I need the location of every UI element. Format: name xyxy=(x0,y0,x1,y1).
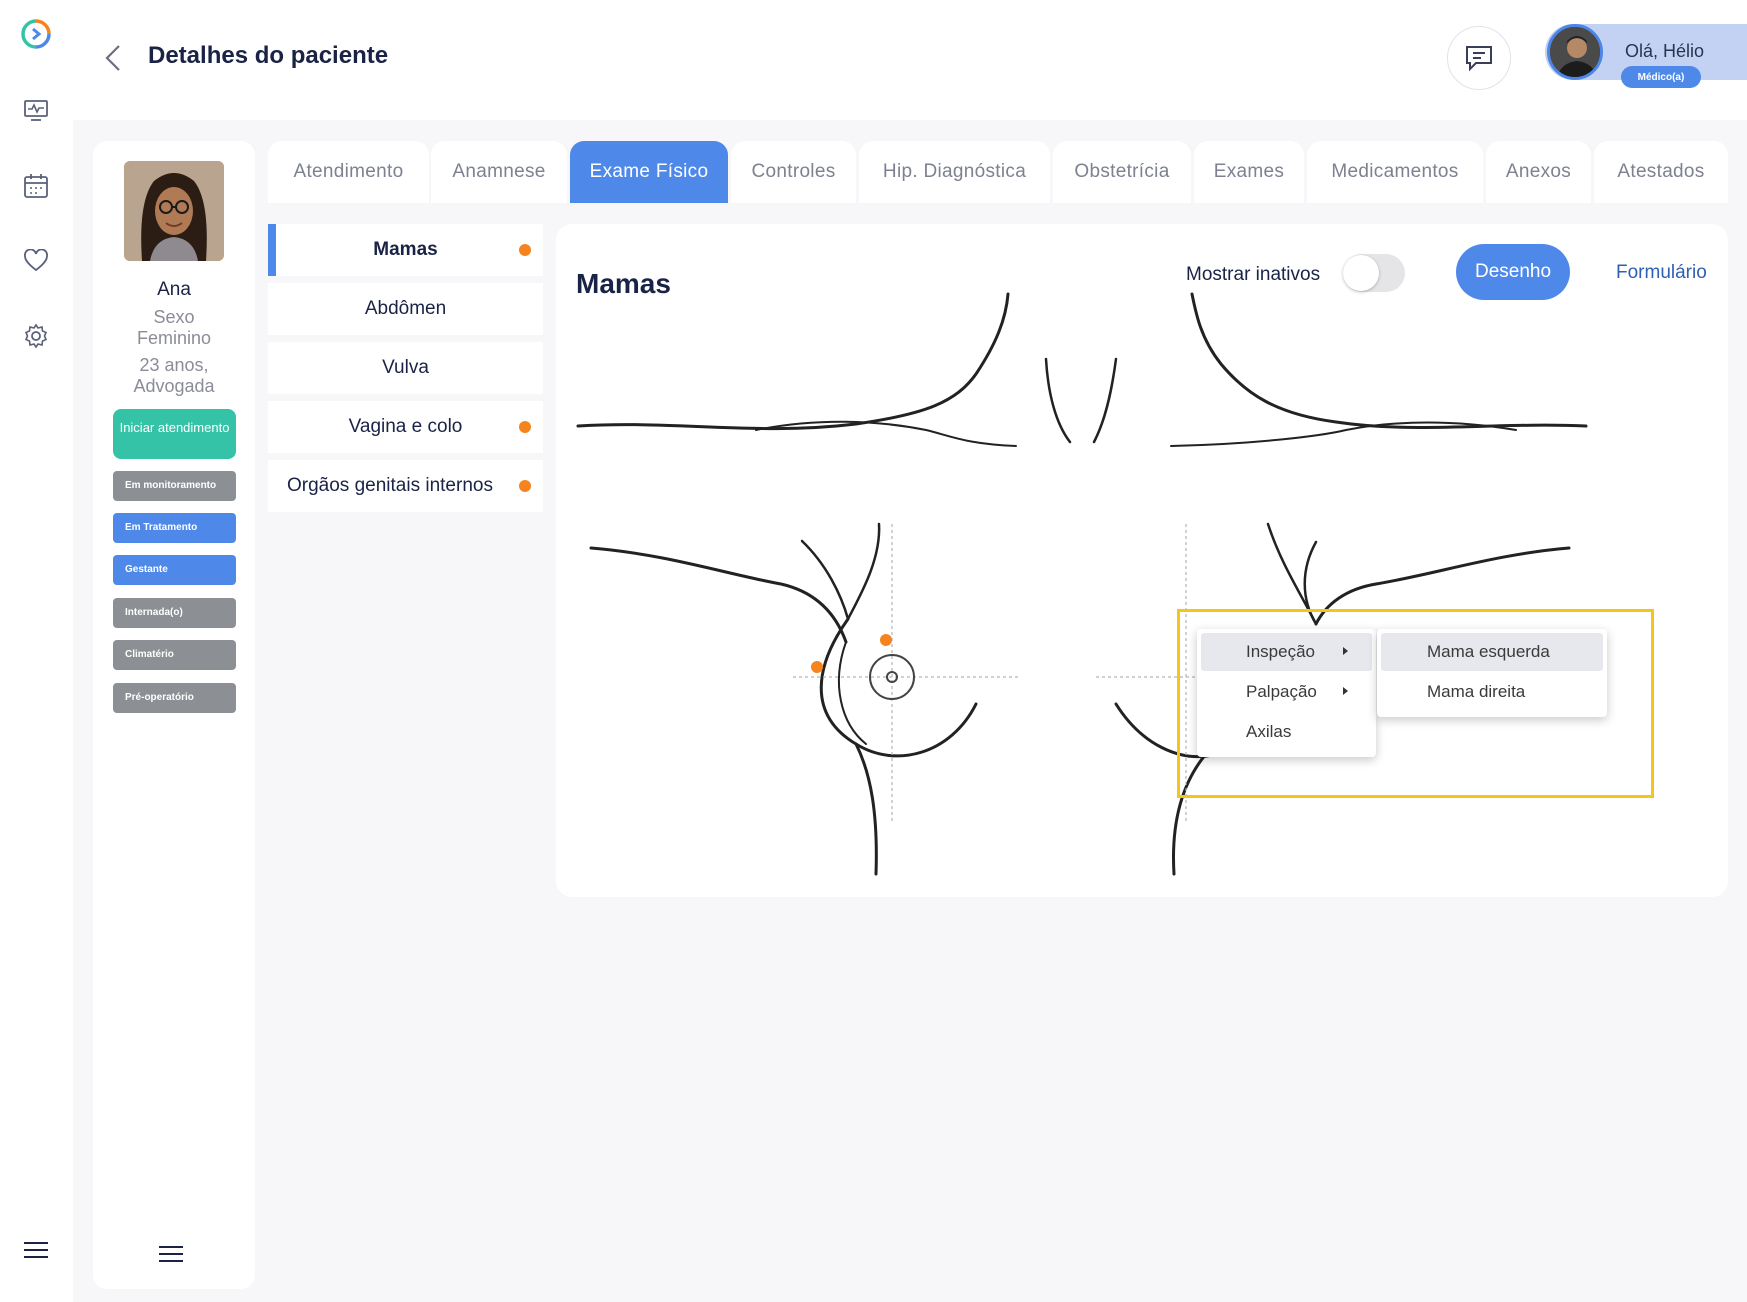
tab-obstetricia[interactable]: Obstetrícia xyxy=(1053,141,1191,203)
tag-climacteric[interactable]: Climatério xyxy=(113,640,236,670)
toggle-knob xyxy=(1343,255,1379,291)
form-view-link[interactable]: Formulário xyxy=(1616,262,1707,284)
status-dot xyxy=(519,421,531,433)
finding-marker xyxy=(811,661,823,673)
subnav-orgaos-genitais[interactable]: Orgãos genitais internos xyxy=(268,460,543,512)
tag-hospitalized[interactable]: Internada(o) xyxy=(113,598,236,628)
status-dot xyxy=(519,244,531,256)
menu-item-axilas[interactable]: Axilas xyxy=(1201,713,1372,751)
patient-card: Ana Sexo Feminino 23 anos, Advogada Inic… xyxy=(93,141,255,1289)
chat-icon xyxy=(1466,46,1492,72)
submenu-item-mama-esquerda[interactable]: Mama esquerda xyxy=(1381,633,1603,671)
gear-icon[interactable] xyxy=(20,320,52,352)
tab-controles[interactable]: Controles xyxy=(731,141,856,203)
role-badge: Médico(a) xyxy=(1621,66,1701,88)
patient-occupation: Advogada xyxy=(133,376,215,396)
menu-item-label: Inspeção xyxy=(1246,642,1315,661)
back-arrow-icon[interactable] xyxy=(99,40,129,76)
status-dot xyxy=(519,480,531,492)
tab-anexos[interactable]: Anexos xyxy=(1486,141,1591,203)
subnav-label: Abdômen xyxy=(364,298,447,319)
menu-item-label: Mama direita xyxy=(1427,682,1526,701)
avatar xyxy=(1547,24,1603,80)
calendar-icon[interactable] xyxy=(20,170,52,202)
tab-medicamentos[interactable]: Medicamentos xyxy=(1307,141,1483,203)
greeting-text: Olá, Hélio xyxy=(1625,41,1705,61)
subnav-label: Mamas xyxy=(373,239,438,260)
panel-title: Mamas xyxy=(576,268,671,299)
menu-item-label: Palpação xyxy=(1246,682,1317,701)
subnav-label: Vulva xyxy=(382,357,429,378)
menu-icon[interactable] xyxy=(20,1234,52,1266)
context-submenu: Mama esquerda Mama direita xyxy=(1377,629,1607,717)
subnav-label: Vagina e colo xyxy=(348,416,463,437)
user-menu[interactable]: Olá, Hélio Médico(a) xyxy=(1545,24,1747,88)
menu-item-inspecao[interactable]: Inspeção xyxy=(1201,633,1372,671)
start-appointment-button[interactable]: Iniciar atendimento xyxy=(113,409,236,459)
patient-sex-value: Feminino xyxy=(136,328,212,348)
subnav-vulva[interactable]: Vulva xyxy=(268,342,543,394)
tab-atestados[interactable]: Atestados xyxy=(1594,141,1728,203)
show-inactive-label: Mostrar inativos xyxy=(1186,264,1321,285)
caret-right-icon xyxy=(1343,647,1348,655)
monitor-icon[interactable] xyxy=(20,95,52,127)
patient-menu-icon[interactable] xyxy=(159,1245,187,1265)
tag-pregnant[interactable]: Gestante xyxy=(113,555,236,585)
tag-monitoring[interactable]: Em monitoramento xyxy=(113,471,236,501)
patient-age: 23 anos, xyxy=(139,355,209,375)
left-rail xyxy=(0,0,73,1302)
tab-anamnese[interactable]: Anamnese xyxy=(431,141,567,203)
patient-sex-label: Sexo xyxy=(153,307,195,327)
patient-photo xyxy=(124,161,224,261)
subnav-vagina-colo[interactable]: Vagina e colo xyxy=(268,401,543,453)
drawing-view-button[interactable]: Desenho xyxy=(1456,244,1570,300)
tab-hip-diagnostica[interactable]: Hip. Diagnóstica xyxy=(859,141,1050,203)
heart-icon[interactable] xyxy=(20,245,52,277)
subnav-mamas[interactable]: Mamas xyxy=(268,224,543,276)
submenu-item-mama-direita[interactable]: Mama direita xyxy=(1381,673,1603,711)
header: Detalhes do paciente Olá, Hélio Médico(a… xyxy=(73,0,1747,120)
patient-name: Ana xyxy=(157,279,191,300)
caret-right-icon xyxy=(1343,687,1348,695)
tag-treatment[interactable]: Em Tratamento xyxy=(113,513,236,543)
menu-item-label: Axilas xyxy=(1246,722,1292,741)
page-title: Detalhes do paciente xyxy=(148,42,389,69)
subnav-label: Orgãos genitais internos xyxy=(287,475,493,496)
finding-marker xyxy=(880,634,892,646)
tab-atendimento[interactable]: Atendimento xyxy=(268,141,429,203)
show-inactive-toggle[interactable] xyxy=(1343,254,1405,292)
subnav-abdomen[interactable]: Abdômen xyxy=(268,283,543,335)
logo-icon[interactable] xyxy=(20,18,52,50)
chat-button[interactable] xyxy=(1447,26,1511,90)
menu-item-label: Mama esquerda xyxy=(1427,642,1550,661)
tab-exames[interactable]: Exames xyxy=(1194,141,1304,203)
tab-exame-fisico[interactable]: Exame Físico xyxy=(570,141,728,203)
menu-item-palpacao[interactable]: Palpação xyxy=(1201,673,1372,711)
tag-preoperative[interactable]: Pré-operatório xyxy=(113,683,236,713)
context-menu: Inspeção Palpação Axilas xyxy=(1197,629,1376,757)
